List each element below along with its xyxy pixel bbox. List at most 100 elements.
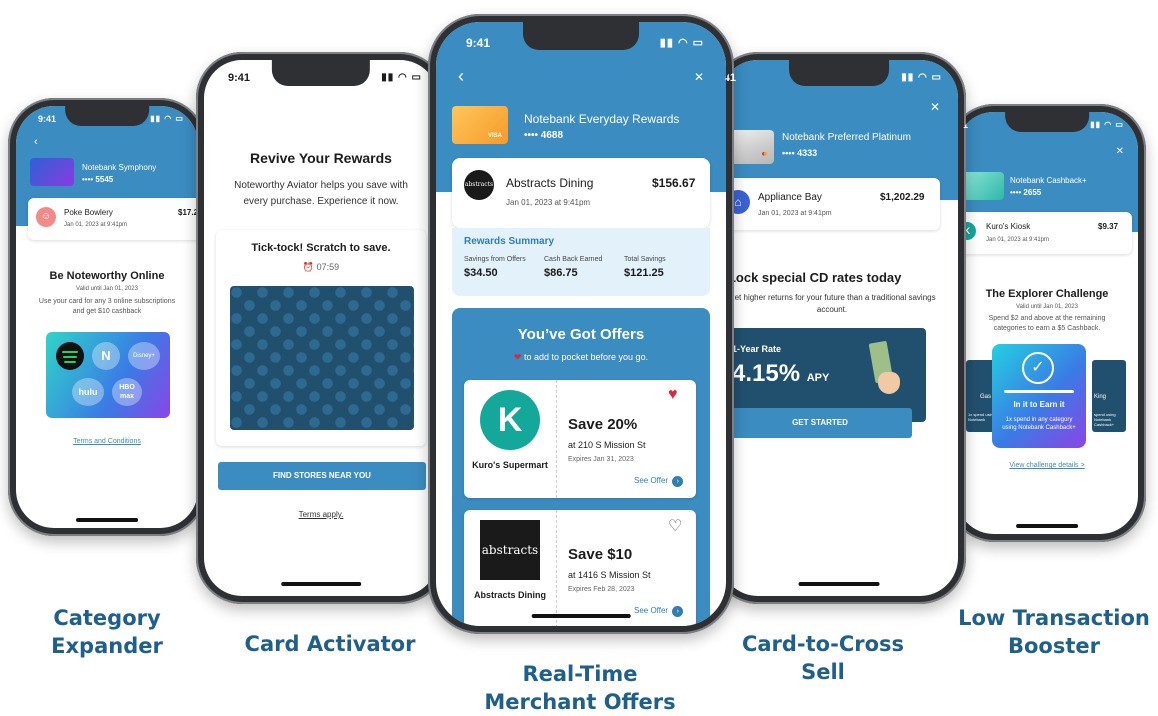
right-category-label: King bbox=[1094, 394, 1107, 400]
caption-text: Category Expander bbox=[51, 606, 163, 658]
offer-valid: Valid until Jan 01, 2023 bbox=[76, 286, 138, 292]
rate-label: 1-Year Rate bbox=[732, 344, 782, 354]
badge-desc: 1x spend in any category using Notebank … bbox=[1002, 417, 1076, 431]
back-icon[interactable]: ‹ bbox=[458, 66, 464, 87]
signal-icon: ▮▮ ◠ ▭ bbox=[659, 37, 704, 49]
merchant-name: Abstracts Dining bbox=[506, 176, 594, 190]
merchant-name: Poke Bowlery bbox=[64, 208, 113, 217]
merchant-name: Kuro's Kiosk bbox=[986, 222, 1031, 231]
terms-link[interactable]: Terms apply. bbox=[204, 510, 438, 519]
card-image bbox=[30, 158, 74, 186]
challenge-valid: Valid until Jan 01, 2023 bbox=[1016, 304, 1078, 310]
offer-merchant: Kuro's Supermart bbox=[472, 460, 548, 470]
heart-outline-icon[interactable]: ♡ bbox=[668, 516, 682, 536]
challenge-title: The Explorer Challenge bbox=[985, 288, 1109, 300]
phone-screen: 9:41 ▮▮ ◠ ▭ Revive Your Rewards Notewort… bbox=[204, 60, 438, 596]
home-indicator bbox=[1016, 524, 1078, 528]
page-desc: Noteworthy Aviator helps you save with e… bbox=[234, 180, 408, 207]
home-indicator bbox=[281, 582, 361, 586]
offer-card-1[interactable]: K Kuro's Supermart ♥ Save 20% at 210 S M… bbox=[464, 380, 696, 498]
amount: $17.2 bbox=[178, 208, 198, 217]
caption-text: Low Transaction Booster bbox=[958, 606, 1150, 658]
signal-icon: ▮▮ ◠ ▭ bbox=[150, 114, 184, 123]
transaction-card[interactable]: ⌂ Appliance Bay $1,202.29 Jan 01, 2023 a… bbox=[720, 178, 940, 230]
get-started-button[interactable]: GET STARTED bbox=[728, 408, 912, 438]
notch bbox=[65, 106, 149, 126]
see-offer-link[interactable]: See Offer › bbox=[634, 606, 684, 617]
date: Jan 01, 2023 at 9:41pm bbox=[758, 210, 832, 217]
caption-card-to-cross-sell: Card-to-Cross Sell bbox=[728, 630, 918, 686]
offer-divider bbox=[556, 380, 557, 498]
status-time: 9:41 bbox=[228, 72, 251, 84]
caption-card-activator: Card Activator bbox=[232, 630, 428, 658]
close-icon[interactable]: ✕ bbox=[1116, 146, 1124, 157]
category-tile-right: King spend using Notebank Cashback+ bbox=[1092, 360, 1126, 432]
transaction-card[interactable]: abstracts Abstracts Dining $156.67 Jan 0… bbox=[452, 158, 710, 228]
earn-badge[interactable]: ✓ In it to Earn it 1x spend in any categ… bbox=[992, 344, 1086, 448]
terms-link[interactable]: Terms and Conditions bbox=[16, 438, 198, 445]
offer-divider bbox=[556, 510, 557, 626]
date: Jan 01, 2023 at 9:41pm bbox=[64, 222, 128, 228]
phone-real-time-merchant-offers: 9:41 ▮▮ ◠ ▭ ‹ ✕ VISA Notebank Everyday R… bbox=[428, 14, 734, 634]
signal-icon: ▮▮ ◠ ▭ bbox=[381, 72, 422, 83]
see-offer-label: See Offer bbox=[634, 476, 669, 485]
offer-headline: Save $10 bbox=[568, 546, 633, 563]
rewards-label: Savings from Offers bbox=[464, 256, 526, 263]
caption-text: Card-to-Cross Sell bbox=[741, 632, 905, 684]
card-name: Notebank Symphony bbox=[82, 163, 157, 172]
merchant-logo: abstracts bbox=[464, 170, 494, 200]
offer-location: at 210 S Mission St bbox=[568, 440, 646, 450]
notch bbox=[789, 60, 889, 86]
offer-title: Be Noteworthy Online bbox=[49, 270, 165, 282]
phone-category-expander: 9:41 ▮▮ ◠ ▭ ‹ Notebank Symphony •••• 554… bbox=[8, 98, 206, 536]
amount: $156.67 bbox=[652, 176, 696, 190]
cash-hand-icon bbox=[868, 340, 904, 398]
rewards-title: Rewards Summary bbox=[464, 236, 555, 247]
page-title: Revive Your Rewards bbox=[250, 150, 392, 166]
kuro-logo: K bbox=[480, 390, 540, 450]
badge-title: In it to Earn it bbox=[1013, 400, 1065, 409]
close-icon[interactable]: ✕ bbox=[694, 70, 704, 84]
see-offer-link[interactable]: See Offer › bbox=[634, 476, 684, 487]
offer-card-2[interactable]: abstracts Abstracts Dining ♡ Save $10 at… bbox=[464, 510, 696, 626]
challenge-details-link[interactable]: View challenge details > bbox=[956, 462, 1138, 469]
transaction-card[interactable]: K Kuro's Kiosk $9.37 Jan 01, 2023 at 9:4… bbox=[956, 212, 1132, 254]
find-stores-button[interactable]: FIND STORES NEAR YOU bbox=[218, 462, 426, 490]
caption-text: Real-Time Merchant Offers bbox=[484, 662, 676, 714]
phone-low-transaction-booster: 9:41 ▮▮ ◠ ▭ ✕ Notebank Cashback+ •••• 26… bbox=[948, 104, 1146, 542]
scratch-area[interactable] bbox=[230, 286, 414, 430]
signal-icon: ▮▮ ◠ ▭ bbox=[901, 72, 942, 83]
offers-subtitle-text: to add to pocket before you go. bbox=[523, 352, 649, 362]
merchant-name: Appliance Bay bbox=[758, 192, 822, 203]
cd-desc: Get higher returns for your future than … bbox=[728, 293, 936, 314]
check-icon: ✓ bbox=[1022, 352, 1054, 384]
arrow-right-icon: › bbox=[672, 476, 684, 487]
rate-value: 4.15% APY bbox=[732, 360, 829, 388]
transaction-card[interactable]: ☺ Poke Bowlery $17.2 Jan 01, 2023 at 9:4… bbox=[28, 198, 198, 240]
phone-card-activator: 9:41 ▮▮ ◠ ▭ Revive Your Rewards Notewort… bbox=[196, 52, 446, 604]
mastercard-icon: ●● bbox=[761, 149, 768, 158]
heart-filled-icon[interactable]: ♥ bbox=[668, 386, 678, 404]
card-number: •••• 5545 bbox=[82, 175, 114, 184]
alarm-icon: ⏰ bbox=[302, 262, 315, 272]
rate-number: 4.15% bbox=[732, 360, 801, 387]
rewards-label: Cash Back Earned bbox=[544, 256, 603, 263]
card-name: Notebank Cashback+ bbox=[1010, 176, 1087, 185]
notch bbox=[523, 22, 639, 50]
status-time: 9:41 bbox=[720, 72, 737, 84]
abstracts-logo: abstracts bbox=[480, 520, 540, 580]
status-time: 9:41 bbox=[38, 114, 57, 124]
card-number: •••• 4688 bbox=[524, 130, 564, 141]
close-icon[interactable]: ✕ bbox=[930, 100, 940, 114]
merchant-logo: ☺ bbox=[36, 207, 56, 227]
caption-real-time-merchant-offers: Real-Time Merchant Offers bbox=[470, 660, 690, 716]
rate-unit: APY bbox=[806, 372, 830, 384]
back-icon[interactable]: ‹ bbox=[34, 136, 38, 148]
rewards-col-3: Total Savings $121.25 bbox=[624, 256, 666, 279]
offers-title: You’ve Got Offers bbox=[517, 326, 645, 343]
signal-icon: ▮▮ ◠ ▭ bbox=[1090, 120, 1124, 129]
right-category-desc: spend using Notebank Cashback+ bbox=[1094, 412, 1116, 427]
offers-subtitle: ❤ to add to pocket before you go. bbox=[452, 352, 710, 363]
offers-section: You’ve Got Offers ❤ to add to pocket bef… bbox=[452, 308, 710, 626]
progress-bar bbox=[1004, 390, 1074, 393]
